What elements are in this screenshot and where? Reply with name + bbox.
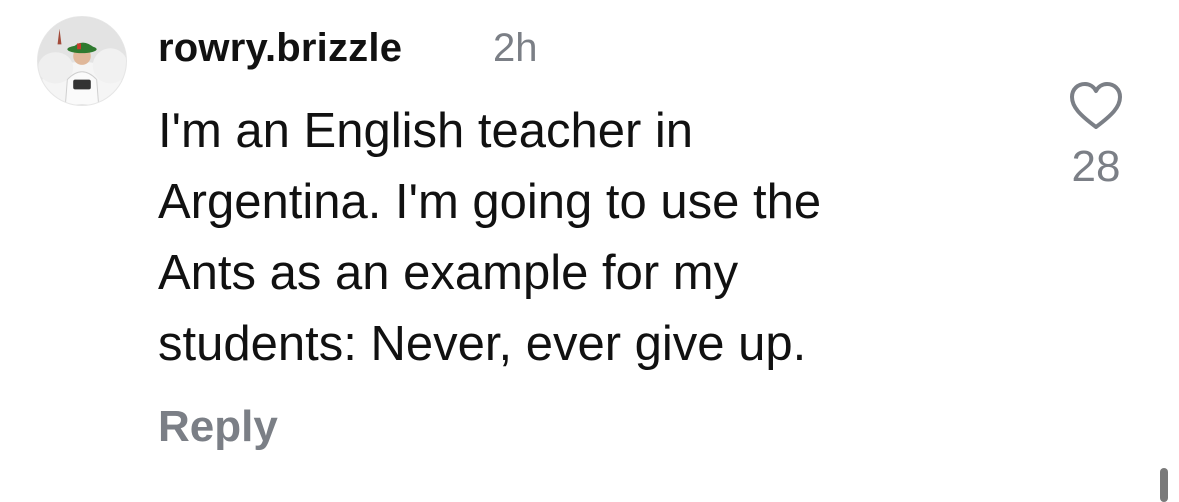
like-count: 28 <box>1071 142 1121 191</box>
avatar-photo <box>38 17 126 105</box>
comment-text-line: I'm an English teacher in <box>158 104 694 158</box>
scroll-indicator[interactable] <box>1160 468 1168 502</box>
reply-button[interactable]: Reply <box>158 402 278 452</box>
avatar[interactable] <box>37 16 127 106</box>
comment-text-line: students: Never, ever give up. <box>158 317 807 371</box>
comment-text: I'm an English teacher in Argentina. I'm… <box>158 96 1018 380</box>
comment-timestamp: 2h <box>493 26 538 70</box>
like-control: 28 <box>1060 80 1132 200</box>
comment-username[interactable]: rowry.brizzle <box>158 26 402 71</box>
comment-text-line: Argentina. I'm going to use the <box>158 175 822 229</box>
heart-outline-icon[interactable] <box>1068 80 1124 132</box>
comment-text-line: Ants as an example for my <box>158 246 739 300</box>
